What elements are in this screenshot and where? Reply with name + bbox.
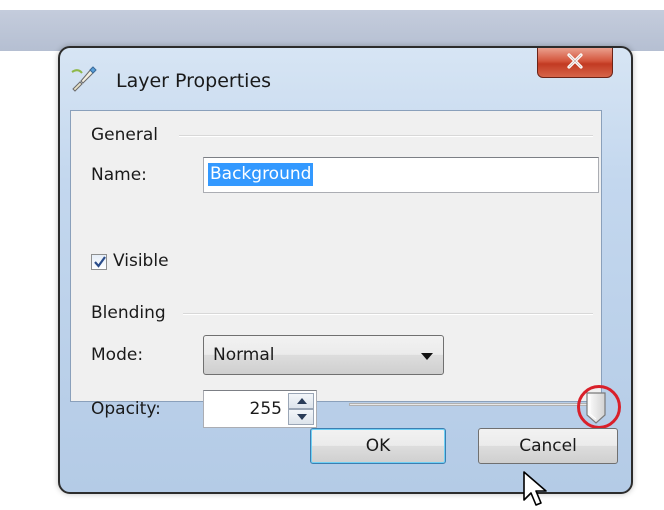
close-button[interactable] <box>537 48 613 78</box>
visible-label[interactable]: Visible <box>113 251 169 271</box>
dialog-titlebar[interactable]: Layer Properties <box>60 48 631 110</box>
name-label: Name: <box>91 165 147 185</box>
mode-select[interactable]: Normal <box>203 335 444 375</box>
highlight-circle-annotation <box>577 385 621 429</box>
opacity-spin-buttons <box>288 393 314 425</box>
ok-button[interactable]: OK <box>310 428 446 464</box>
opacity-label: Opacity: <box>91 399 161 419</box>
background-window-titlebar <box>0 10 664 51</box>
paintbrush-icon <box>70 64 98 92</box>
blending-group-label: Blending <box>91 303 166 323</box>
mouse-cursor-icon <box>523 471 547 506</box>
checkmark-icon <box>94 256 106 268</box>
opacity-slider-track[interactable] <box>349 403 589 406</box>
dialog-title: Layer Properties <box>116 70 272 92</box>
spin-up-button[interactable] <box>288 393 314 409</box>
opacity-value: 255 <box>249 399 282 419</box>
layer-properties-dialog: Layer Properties General Name: Backgroun… <box>58 46 633 494</box>
dialog-content-panel: General Name: Background Visible Blendin… <box>70 110 621 429</box>
close-icon <box>565 52 585 74</box>
name-input-selected-text: Background <box>208 163 314 186</box>
name-input[interactable]: Background <box>203 157 599 193</box>
spin-down-button[interactable] <box>288 409 314 425</box>
cancel-button[interactable]: Cancel <box>478 428 618 464</box>
mode-label: Mode: <box>91 345 144 365</box>
chevron-down-icon <box>421 353 433 360</box>
general-group-label: General <box>91 125 158 145</box>
mode-select-value: Normal <box>213 345 275 365</box>
general-group-divider <box>179 135 593 137</box>
visible-checkbox[interactable] <box>91 254 107 270</box>
opacity-spinbox[interactable]: 255 <box>203 390 317 428</box>
blending-group-divider <box>183 313 593 315</box>
